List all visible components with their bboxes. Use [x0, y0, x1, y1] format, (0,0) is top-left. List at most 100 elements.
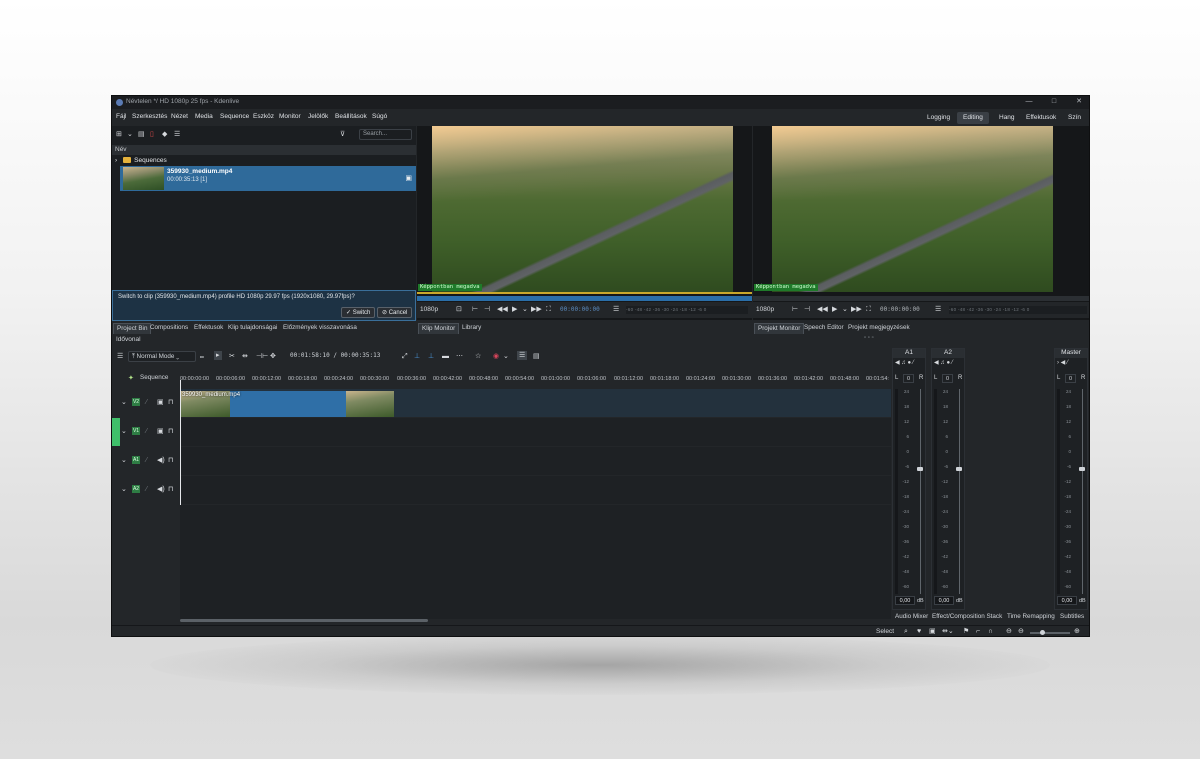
timeline-menu-icon[interactable]: ☰ [117, 352, 123, 361]
tab-subtitles[interactable]: Subtitles [1057, 612, 1087, 622]
zoom-slider-handle[interactable] [1040, 630, 1045, 635]
menu-monitor[interactable]: Monitor [279, 113, 301, 120]
strip-controls-icons[interactable]: ◀ ♫ ● ⁄ [895, 359, 914, 368]
favorite-star-icon[interactable]: ☆ [475, 352, 481, 361]
list-view-icon[interactable]: ☰ [174, 130, 180, 139]
magnet-icon[interactable]: ∩ [988, 627, 993, 636]
timeline-dock-icons[interactable]: ▫ ▫ ▫ [864, 335, 874, 341]
tab-project-monitor[interactable]: Projekt Monitor [754, 323, 805, 334]
workspace-color[interactable]: Szín [1062, 112, 1087, 124]
workspace-audio[interactable]: Hang [993, 112, 1021, 124]
tab-clip-properties[interactable]: Klip tulajdonságai [225, 323, 280, 333]
workspace-effects[interactable]: Effektusok [1020, 112, 1062, 124]
volume-fader[interactable] [917, 467, 923, 471]
hide-video-icon[interactable]: ▣ [157, 427, 164, 436]
fullscreen-icon[interactable]: ⛶ [546, 305, 551, 314]
flag-icon[interactable]: ⚑ [963, 627, 969, 636]
lock-icon[interactable]: ⊓ [168, 485, 173, 494]
extract-icon[interactable]: ⋯ [456, 352, 463, 361]
mute-audio-icon[interactable]: ◀) [157, 485, 165, 494]
menu-media[interactable]: Media [195, 113, 213, 120]
strip-db-value[interactable]: 0,00 [934, 596, 954, 605]
spacer-tool-icon[interactable]: ⇹ [242, 352, 248, 361]
tab-undo-history[interactable]: Előzmények visszavonása [280, 323, 360, 333]
zoom-in-icon[interactable]: ⊕ [1074, 627, 1080, 636]
filter-icon[interactable]: ⊽ [340, 130, 345, 139]
edit-mode-select[interactable]: ⤒ Normal Mode ⌄ [128, 351, 196, 362]
clip-monitor-ruler[interactable] [417, 296, 752, 301]
tab-audio-mixer[interactable]: Audio Mixer [892, 612, 931, 622]
insert-icon[interactable]: ⊥ [414, 352, 420, 361]
menu-view[interactable]: Nézet [171, 113, 188, 120]
fast-forward-icon[interactable]: ▶▶ [531, 305, 542, 314]
menu-settings[interactable]: Beállítások [335, 113, 367, 120]
split-audio-icon[interactable]: ⇹⌄ [942, 627, 954, 636]
timeline-clip[interactable]: 359930_medium.mp4 [180, 391, 394, 417]
record-icon[interactable]: ◉ [493, 352, 499, 361]
track-label[interactable]: A2 [132, 485, 140, 493]
menu-sequence[interactable]: Sequence [220, 113, 249, 120]
close-button[interactable]: ✕ [1074, 97, 1084, 107]
set-in-icon[interactable]: ⊢ [792, 305, 798, 314]
collapse-icon[interactable]: ⌄ [121, 485, 127, 494]
workspace-editing[interactable]: Editing [957, 112, 989, 124]
play-menu-icon[interactable]: ⌄ [842, 305, 848, 314]
tab-effect-stack[interactable]: Effect/Composition Stack [929, 612, 1005, 622]
menu-tool[interactable]: Eszköz [253, 113, 274, 120]
play-menu-icon[interactable]: ⌄ [522, 305, 528, 314]
bin-clip-row[interactable]: 359930_medium.mp4 00:00:35:13 [1] ▣ [120, 166, 416, 191]
menu-file[interactable]: Fájl [116, 113, 126, 120]
volume-fader[interactable] [956, 467, 962, 471]
snap-icon[interactable]: ⌐ [976, 627, 980, 636]
snapshot-icon[interactable]: ⊡ [456, 305, 462, 314]
monitor-menu-icon[interactable]: ☰ [935, 305, 941, 314]
show-audio-thumbnails-icon[interactable]: ☰ [517, 351, 528, 360]
pan-value[interactable]: 0 [942, 374, 953, 383]
lift-icon[interactable]: ▬ [442, 352, 449, 361]
fullscreen-icon[interactable]: ⛶ [866, 305, 871, 314]
lock-icon[interactable]: ⊓ [168, 427, 173, 436]
set-out-icon[interactable]: ⊣ [804, 305, 810, 314]
strip-db-value[interactable]: 0,00 [895, 596, 915, 605]
track-body[interactable] [180, 447, 891, 475]
collapse-icon[interactable]: ⌄ [121, 427, 127, 436]
play-icon[interactable]: ▶ [832, 305, 837, 314]
tab-project-bin[interactable]: Project Bin [113, 323, 152, 334]
tab-project-notes[interactable]: Projekt megjegyzések [845, 323, 913, 333]
timeline-timecode[interactable]: 00:01:58:10 / 00:00:35:13 [290, 352, 380, 359]
zone-icon[interactable]: ⌕ [904, 627, 908, 636]
hide-video-icon[interactable]: ▣ [157, 398, 164, 407]
tab-effects[interactable]: Effektusok [191, 323, 226, 333]
add-clip-menu-icon[interactable]: ⌄ [127, 130, 133, 139]
volume-fader[interactable] [1079, 467, 1085, 471]
track-label[interactable]: V2 [132, 398, 140, 406]
rewind-icon[interactable]: ◀◀ [817, 305, 828, 314]
effect-icon[interactable]: ⁄ [146, 427, 147, 436]
monitor-menu-icon[interactable]: ☰ [613, 305, 619, 314]
project-monitor-ruler[interactable] [753, 296, 1089, 301]
clip-monitor-resolution[interactable]: 1080p [420, 305, 438, 314]
razor-blade-icon[interactable]: ⫭ [200, 352, 204, 361]
zoom-out-icon[interactable]: ⊖ [1006, 627, 1012, 636]
lock-icon[interactable]: ⊓ [168, 456, 173, 465]
workspace-logging[interactable]: Logging [921, 112, 956, 124]
strip-controls-icons[interactable]: ◀ ♫ ● ⁄ [934, 359, 953, 368]
track-body[interactable] [180, 476, 891, 504]
set-out-icon[interactable]: ⊣ [484, 305, 490, 314]
tab-compositions[interactable]: Compositions [147, 323, 191, 333]
lock-icon[interactable]: ⊓ [168, 398, 173, 407]
track-label[interactable]: V1 [132, 427, 140, 435]
tag-icon[interactable]: ◆ [162, 130, 167, 139]
tab-clip-monitor[interactable]: Klip Monitor [418, 323, 460, 334]
bin-column-header[interactable]: Név [112, 145, 416, 155]
menu-edit[interactable]: Szerkesztés [132, 113, 167, 120]
switch-button[interactable]: ✓ Switch [341, 307, 376, 318]
overwrite-icon[interactable]: ⊥ [428, 352, 434, 361]
clip-monitor-timecode[interactable]: 00:00:00:00 [560, 305, 600, 314]
ripple-tool-icon[interactable]: ✥ [270, 352, 276, 361]
set-in-icon[interactable]: ⊢ [472, 305, 478, 314]
record-menu-icon[interactable]: ⌄ [503, 352, 509, 361]
track-body[interactable] [180, 418, 891, 446]
timeline-scrollbar[interactable] [180, 619, 428, 622]
playhead[interactable] [180, 380, 181, 505]
